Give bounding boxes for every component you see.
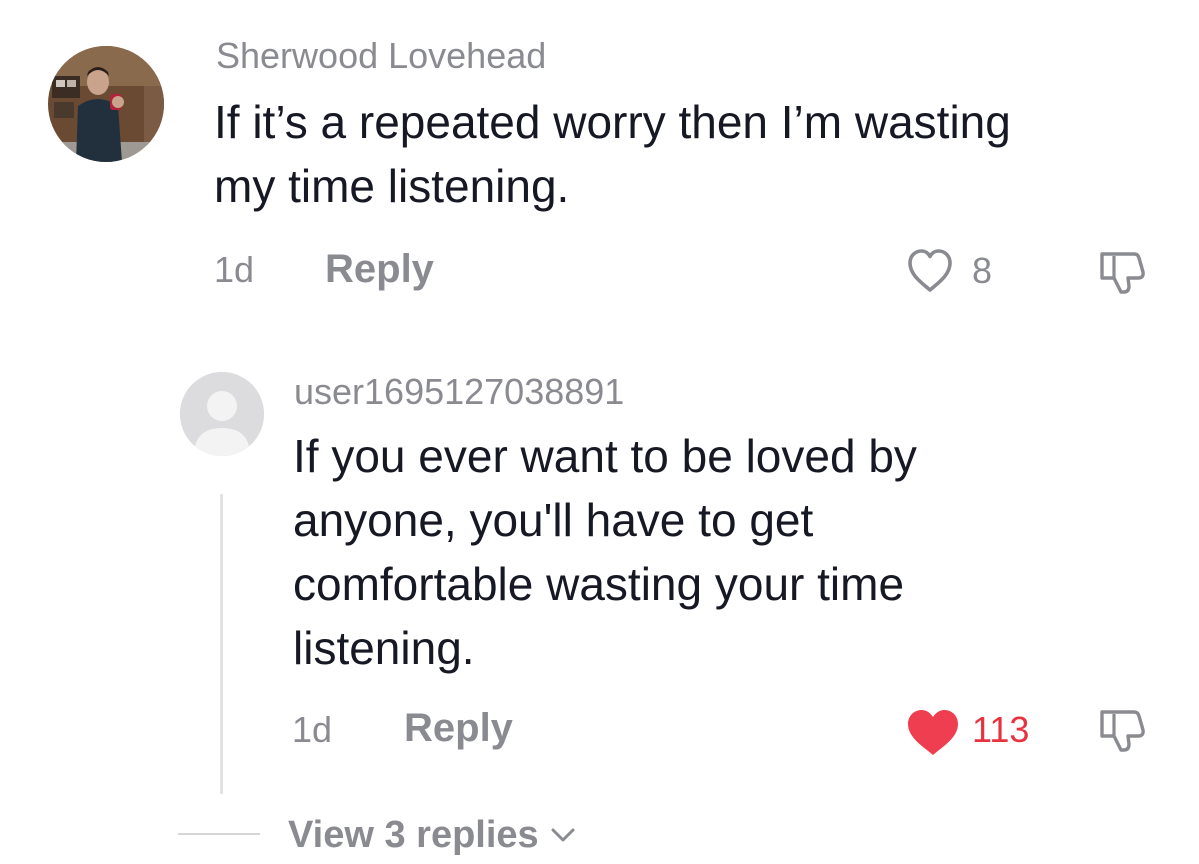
thumbs-down-icon: [1100, 710, 1145, 752]
default-avatar-icon: [180, 372, 264, 456]
view-replies-divider: [178, 833, 260, 835]
comment-username[interactable]: Sherwood Lovehead: [216, 38, 546, 74]
like-count: 8: [972, 250, 993, 291]
thumbs-down-icon: [1100, 252, 1145, 294]
comment-text-line: If it’s a repeated worry then I’m wastin…: [214, 96, 1011, 148]
comment-text: If you ever want to be loved by anyone, …: [293, 424, 917, 680]
view-replies-button[interactable]: View 3 replies: [288, 816, 577, 854]
avatar[interactable]: [180, 372, 264, 456]
view-replies-label: View 3 replies: [288, 814, 539, 856]
comment-timestamp: 1d: [214, 249, 255, 290]
dislike-button[interactable]: [1094, 244, 1156, 300]
comment-text-line: If you ever want to be loved by: [293, 430, 917, 482]
comment-text-line: my time listening.: [214, 160, 570, 212]
comment-username[interactable]: user1695127038891: [294, 374, 624, 410]
reply-button[interactable]: Reply: [404, 708, 513, 748]
thread-line: [220, 494, 223, 794]
avatar[interactable]: [48, 46, 164, 162]
chevron-down-icon: [551, 828, 575, 842]
comment-text-line: comfortable wasting your time: [293, 558, 905, 610]
like-count: 113: [972, 709, 1030, 750]
reply-button[interactable]: Reply: [325, 249, 434, 289]
comment-timestamp: 1d: [292, 709, 333, 750]
like-button[interactable]: [904, 706, 962, 758]
comment-text-line: listening.: [293, 622, 475, 674]
like-button[interactable]: [904, 246, 956, 294]
comment-text-line: anyone, you'll have to get: [293, 494, 814, 546]
comment-text: If it’s a repeated worry then I’m wastin…: [214, 90, 1011, 218]
dislike-button[interactable]: [1094, 702, 1156, 758]
heart-icon: [908, 710, 958, 755]
profile-photo: [48, 46, 164, 162]
heart-icon: [908, 249, 952, 292]
